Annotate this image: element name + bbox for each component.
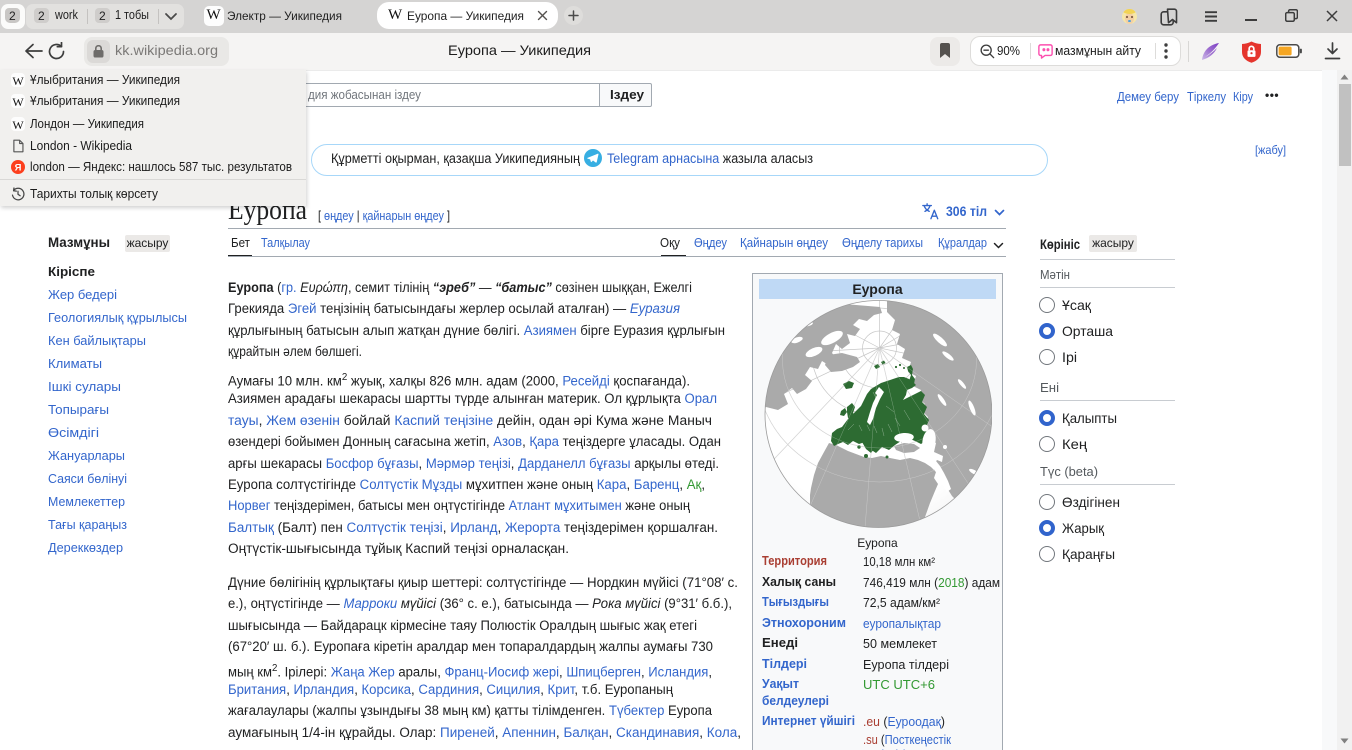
svg-text:Я: Я	[15, 162, 22, 173]
